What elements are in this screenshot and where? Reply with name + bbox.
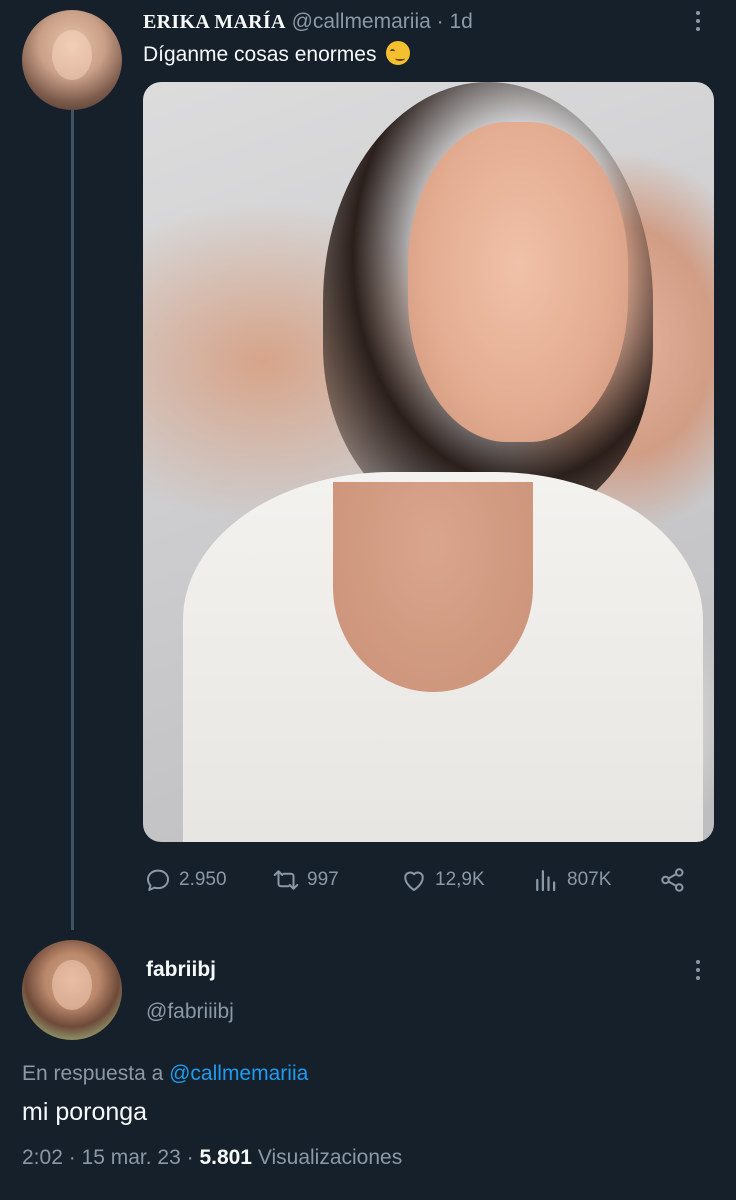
avatar[interactable]	[22, 10, 122, 110]
avatar-face	[52, 960, 92, 1010]
separator-dot: ·	[430, 10, 450, 33]
tweet-photo[interactable]	[143, 82, 714, 842]
reply-author-handle[interactable]: @fabriiibj	[146, 1000, 234, 1024]
heart-icon	[404, 871, 424, 891]
retweet-button[interactable]: 997	[271, 860, 339, 900]
views-count: 807K	[567, 869, 612, 890]
tweet-actions: 2.950 997 12,9K 807K	[143, 860, 714, 900]
reply-text: mi poronga	[22, 1098, 148, 1126]
retweet-count: 997	[307, 869, 339, 890]
photo-face	[408, 122, 628, 442]
smirk-emoji-icon	[386, 41, 411, 65]
views-button[interactable]: 807K	[531, 860, 611, 900]
reply-prefix: En respuesta a	[22, 1062, 164, 1085]
retweet-icon	[273, 870, 299, 890]
reply-context: En respuesta a @callmemariia	[22, 1062, 308, 1086]
tweet-text: Díganme cosas enormes	[143, 40, 411, 70]
share-button[interactable]	[658, 860, 688, 900]
reply-bubble-icon	[147, 869, 169, 891]
reply-views-label: Visualizaciones	[257, 1146, 403, 1169]
author-display-name[interactable]: ERIKA MARÍA	[143, 11, 286, 33]
photo-neckline	[333, 482, 533, 692]
like-button[interactable]: 12,9K	[399, 860, 485, 900]
bar-chart-icon	[536, 870, 556, 892]
tweet-header: ERIKA MARÍA @callmemariia · 1d	[143, 8, 473, 38]
author-handle[interactable]: @callmemariia	[292, 10, 431, 33]
reply-meta: 2:02 · 15 mar. 23 · 5.801 Visualizacione…	[22, 1146, 402, 1170]
more-vertical-icon[interactable]	[686, 955, 710, 985]
share-icon	[661, 868, 684, 892]
reply-author-display-name[interactable]: fabriibj	[146, 958, 216, 982]
reply-timestamp[interactable]: 2:02 · 15 mar. 23 ·	[22, 1146, 199, 1169]
like-count: 12,9K	[435, 869, 485, 890]
reply-button[interactable]: 2.950	[143, 860, 227, 900]
thread-connector-line	[71, 110, 74, 930]
reply-count: 2.950	[179, 869, 227, 890]
tweet-text-content: Díganme cosas enormes	[143, 43, 377, 66]
reply-views-count: 5.801	[199, 1146, 252, 1169]
reply-avatar[interactable]	[22, 940, 122, 1040]
reply-target-link[interactable]: @callmemariia	[169, 1062, 308, 1085]
more-vertical-icon[interactable]	[686, 6, 710, 36]
tweet-time[interactable]: 1d	[449, 10, 472, 33]
avatar-face	[52, 30, 92, 80]
